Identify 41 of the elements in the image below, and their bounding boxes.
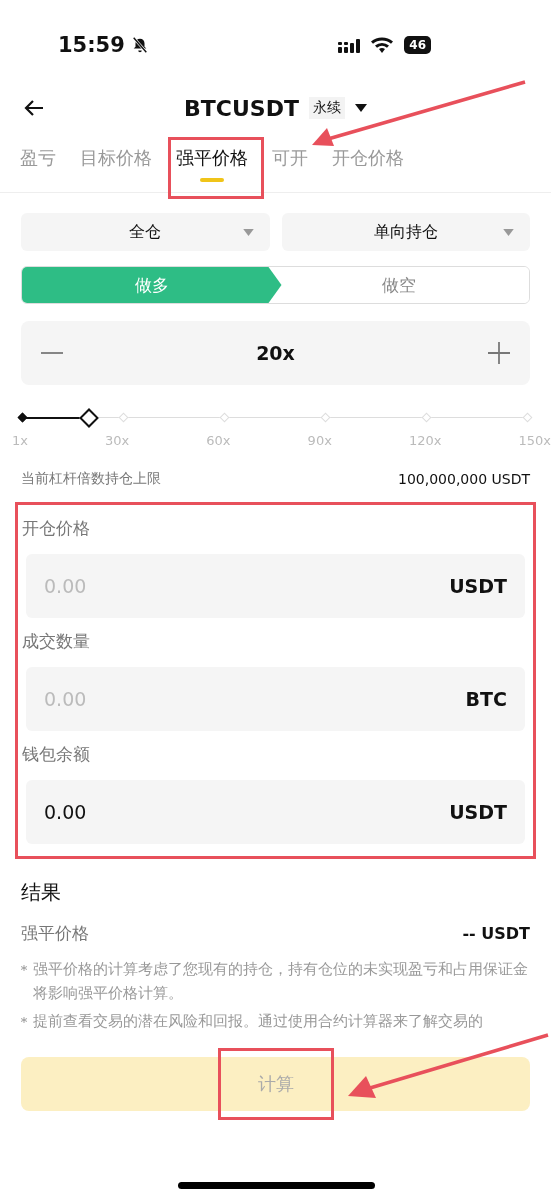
position-limit-label: 当前杠杆倍数持仓上限 bbox=[21, 470, 161, 488]
mode-dropdown[interactable]: 单向持仓 bbox=[373, 221, 438, 243]
note-text: 强平价格的计算考虑了您现有的持仓，持有仓位的未实现盈亏和占用保证金将影响强平价格计算。 bbox=[33, 960, 529, 1003]
plus-icon[interactable] bbox=[488, 342, 510, 364]
asterisk-icon bbox=[21, 1017, 27, 1023]
input-field[interactable]: 0.00 USDT bbox=[26, 554, 525, 618]
slider-tick-label: 60x bbox=[206, 433, 231, 448]
result-value: -- USDT bbox=[462, 924, 530, 943]
status-time: 15:59 bbox=[58, 33, 125, 57]
unit-label: USDT bbox=[449, 801, 507, 823]
battery-indicator: 46 bbox=[404, 36, 431, 54]
calculator-tab[interactable]: 强平价格 bbox=[176, 134, 248, 184]
caret-icon[interactable] bbox=[503, 229, 514, 236]
contract-type-badge: 永续 bbox=[308, 97, 345, 119]
muted-bell-icon bbox=[130, 36, 149, 54]
amount-input[interactable]: 0.00 bbox=[44, 575, 450, 597]
symbol-title[interactable]: BTCUSDT bbox=[184, 95, 299, 121]
wifi-icon bbox=[370, 36, 395, 54]
note-text: 提前查看交易的潜在风险和回报。通过使用合约计算器来了解交易的 bbox=[33, 1012, 483, 1031]
dropdown-caret-icon[interactable] bbox=[354, 104, 367, 112]
amount-input[interactable]: 0.00 bbox=[44, 688, 466, 710]
slider-tick-label: 1x bbox=[12, 433, 28, 448]
mode-dropdown[interactable]: 全仓 bbox=[129, 221, 162, 243]
caret-icon[interactable] bbox=[242, 229, 254, 236]
slider-tick-label: 120x bbox=[408, 433, 442, 448]
leverage-value: 20x bbox=[256, 342, 295, 364]
slider-tick-label: 150x bbox=[518, 433, 551, 448]
unit-label: USDT bbox=[449, 575, 507, 597]
input-field[interactable]: 0.00 USDT bbox=[26, 780, 525, 844]
position-limit-value: 100,000,000 USDT bbox=[398, 471, 530, 487]
field-label: 成交数量 bbox=[22, 630, 91, 653]
amount-input[interactable]: 0.00 bbox=[44, 801, 450, 823]
unit-label: BTC bbox=[465, 688, 507, 710]
field-label: 开仓价格 bbox=[22, 517, 91, 540]
asterisk-icon bbox=[21, 965, 27, 971]
input-field[interactable]: 0.00 BTC bbox=[26, 667, 525, 731]
slider-tick-label: 30x bbox=[105, 433, 130, 448]
slider-tick-label: 90x bbox=[307, 433, 332, 448]
result-label: 强平价格 bbox=[21, 922, 89, 945]
result-heading: 结果 bbox=[21, 879, 62, 906]
field-label: 钱包余额 bbox=[22, 743, 91, 766]
